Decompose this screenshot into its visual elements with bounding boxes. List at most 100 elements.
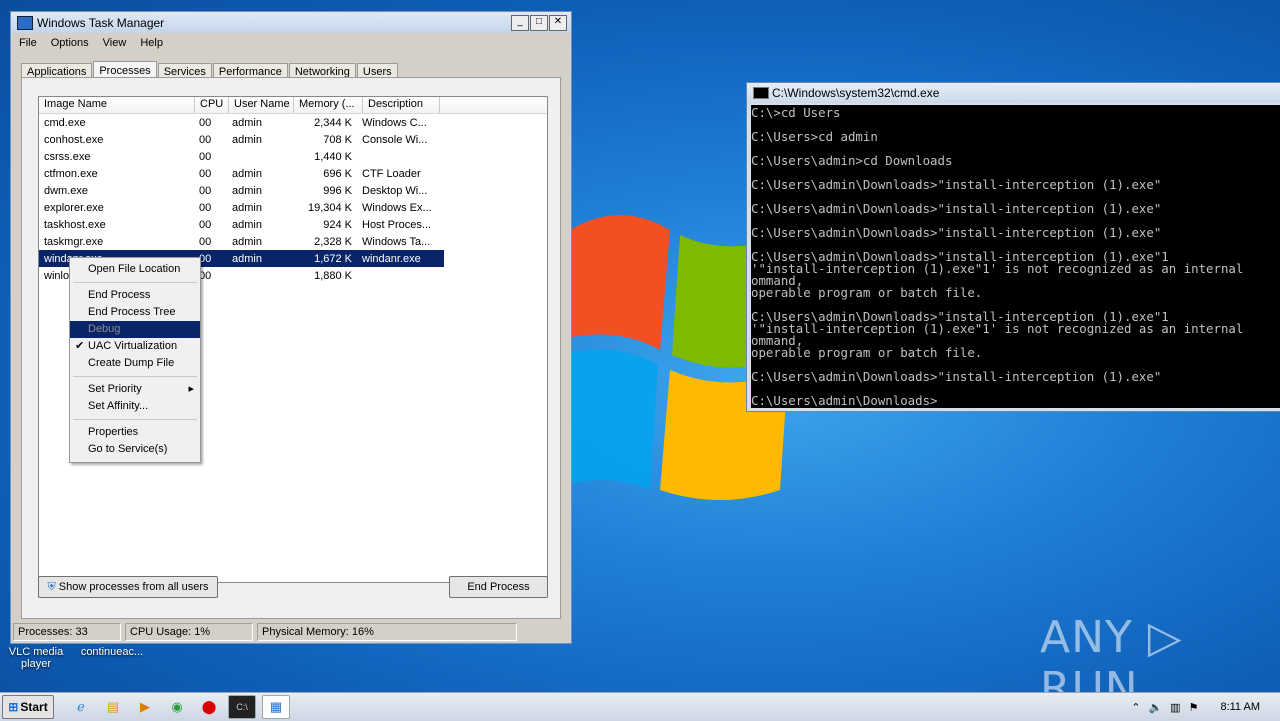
flag-icon[interactable]: ⚑ bbox=[1189, 701, 1199, 714]
menu-file[interactable]: File bbox=[19, 37, 37, 49]
show-all-processes-button[interactable]: ⛨ Show processes from all users bbox=[38, 576, 218, 598]
volume-icon[interactable]: 🔈 bbox=[1148, 701, 1162, 714]
cell-desc: Windows Ta... bbox=[362, 235, 431, 248]
cell-mem: 996 K bbox=[323, 184, 352, 197]
cell-name: cmd.exe bbox=[44, 116, 86, 129]
cell-mem: 19,304 K bbox=[307, 201, 352, 214]
col-cpu[interactable]: CPU bbox=[195, 97, 229, 113]
cell-name: explorer.exe bbox=[44, 201, 104, 214]
table-row[interactable]: explorer.exe 00 admin 19,304 K Windows Ex... bbox=[39, 199, 547, 216]
maximize-button[interactable]: □ bbox=[530, 14, 548, 31]
cell-cpu: 00 bbox=[199, 218, 212, 231]
cell-cpu: 00 bbox=[199, 167, 212, 180]
menu-set-priority[interactable]: Set Priority ▸ bbox=[70, 381, 200, 398]
network-icon[interactable]: ▥ bbox=[1170, 701, 1180, 714]
chrome-icon[interactable]: ◉ bbox=[164, 696, 190, 718]
cell-cpu: 00 bbox=[199, 150, 212, 163]
cell-name: dwm.exe bbox=[44, 184, 89, 197]
table-row[interactable]: taskhost.exe 00 admin 924 K Host Proces... bbox=[39, 216, 547, 233]
menu-create-dump-file[interactable]: Create Dump File bbox=[70, 355, 200, 372]
ie-icon[interactable]: ℯ bbox=[68, 696, 94, 718]
explorer-icon[interactable]: ▤ bbox=[100, 696, 126, 718]
media-icon[interactable]: ▶ bbox=[132, 696, 158, 718]
continue-desktop-icon[interactable]: continueac... bbox=[72, 646, 152, 658]
cell-cpu: 00 bbox=[199, 235, 212, 248]
cell-mem: 1,440 K bbox=[314, 150, 352, 163]
table-row[interactable]: cmd.exe 00 admin 2,344 K Windows C... bbox=[39, 114, 547, 131]
cmd-taskbar-icon[interactable]: C:\ bbox=[228, 695, 256, 719]
col-user-name[interactable]: User Name bbox=[229, 97, 294, 113]
uac-label: UAC Virtualization bbox=[88, 340, 178, 352]
cell-cpu: 00 bbox=[199, 184, 212, 197]
system-tray: ⌃ 🔈 ▥ ⚑ 8:11 AM bbox=[1131, 701, 1260, 714]
cell-desc: CTF Loader bbox=[362, 167, 421, 180]
col-memory[interactable]: Memory (... bbox=[294, 97, 363, 113]
vlc-desktop-icon[interactable]: VLC media player bbox=[6, 646, 66, 670]
menu-end-process[interactable]: End Process bbox=[70, 287, 200, 304]
minimize-button[interactable]: _ bbox=[511, 14, 529, 31]
show-all-label: Show processes from all users bbox=[58, 581, 209, 593]
menu-options[interactable]: Options bbox=[51, 37, 89, 49]
taskmgr-taskbar-icon[interactable]: ▦ bbox=[262, 695, 290, 719]
menu-open-file-location[interactable]: Open File Location bbox=[70, 261, 200, 278]
menu-separator bbox=[73, 282, 197, 283]
status-bar: Processes: 33 CPU Usage: 1% Physical Mem… bbox=[11, 622, 571, 642]
menu-end-process-tree[interactable]: End Process Tree bbox=[70, 304, 200, 321]
menu-uac-virtualization[interactable]: ✔ UAC Virtualization bbox=[70, 338, 200, 355]
submenu-arrow-icon: ▸ bbox=[188, 383, 194, 395]
cell-mem: 1,672 K bbox=[314, 252, 352, 265]
cell-cpu: 00 bbox=[199, 201, 212, 214]
menu-view[interactable]: View bbox=[103, 37, 127, 49]
cell-desc: Host Proces... bbox=[362, 218, 432, 231]
cell-user: admin bbox=[232, 235, 262, 248]
taskmgr-icon bbox=[17, 15, 33, 30]
cmd-title: C:\Windows\system32\cmd.exe bbox=[772, 86, 940, 100]
clock[interactable]: 8:11 AM bbox=[1220, 701, 1260, 713]
table-row[interactable]: taskmgr.exe 00 admin 2,328 K Windows Ta... bbox=[39, 233, 547, 250]
opera-icon[interactable]: ⬤ bbox=[196, 696, 222, 718]
cell-cpu: 00 bbox=[199, 133, 212, 146]
shield-icon: ⛨ bbox=[47, 581, 56, 593]
start-button[interactable]: ⊞ Start bbox=[2, 695, 54, 719]
cmd-window: C:\Windows\system32\cmd.exe C:\>cd Users… bbox=[746, 82, 1280, 412]
status-processes: Processes: 33 bbox=[13, 623, 121, 641]
menu-properties[interactable]: Properties bbox=[70, 424, 200, 441]
cell-mem: 696 K bbox=[323, 167, 352, 180]
cell-name: csrss.exe bbox=[44, 150, 91, 163]
col-description[interactable]: Description bbox=[363, 97, 440, 113]
end-process-button[interactable]: End Process bbox=[449, 576, 548, 598]
list-header: Image Name CPU User Name Memory (... Des… bbox=[39, 97, 547, 114]
close-button[interactable]: ✕ bbox=[549, 14, 567, 31]
cell-mem: 2,344 K bbox=[314, 116, 352, 129]
cell-user: admin bbox=[232, 252, 262, 265]
menu-set-affinity[interactable]: Set Affinity... bbox=[70, 398, 200, 415]
menu-separator bbox=[73, 419, 197, 420]
cell-name: taskhost.exe bbox=[44, 218, 106, 231]
cell-mem: 924 K bbox=[323, 218, 352, 231]
cell-mem: 708 K bbox=[323, 133, 352, 146]
anyrun-watermark: ANY ▷ RUN bbox=[1040, 612, 1183, 692]
cell-name: ctfmon.exe bbox=[44, 167, 98, 180]
col-image-name[interactable]: Image Name bbox=[39, 97, 195, 113]
task-manager-titlebar[interactable]: Windows Task Manager _ □ ✕ bbox=[11, 12, 571, 33]
cmd-icon bbox=[753, 87, 769, 99]
tray-expand-icon[interactable]: ⌃ bbox=[1131, 701, 1140, 714]
cell-user: admin bbox=[232, 201, 262, 214]
cell-user: admin bbox=[232, 116, 262, 129]
cell-user: admin bbox=[232, 184, 262, 197]
cell-name: conhost.exe bbox=[44, 133, 104, 146]
cell-user: admin bbox=[232, 133, 262, 146]
menu-debug[interactable]: Debug bbox=[70, 321, 200, 338]
table-row[interactable]: ctfmon.exe 00 admin 696 K CTF Loader bbox=[39, 165, 547, 182]
table-row[interactable]: csrss.exe 00 1,440 K bbox=[39, 148, 547, 165]
menu-help[interactable]: Help bbox=[140, 37, 163, 49]
status-cpu: CPU Usage: 1% bbox=[125, 623, 253, 641]
cell-name: taskmgr.exe bbox=[44, 235, 104, 248]
cell-desc: Windows Ex... bbox=[362, 201, 432, 214]
cmd-console[interactable]: C:\>cd Users C:\Users>cd admin C:\Users\… bbox=[751, 105, 1280, 408]
cell-desc: windanr.exe bbox=[362, 252, 421, 265]
table-row[interactable]: conhost.exe 00 admin 708 K Console Wi... bbox=[39, 131, 547, 148]
menu-go-to-services[interactable]: Go to Service(s) bbox=[70, 441, 200, 458]
table-row[interactable]: dwm.exe 00 admin 996 K Desktop Wi... bbox=[39, 182, 547, 199]
cmd-titlebar[interactable]: C:\Windows\system32\cmd.exe bbox=[747, 83, 1280, 103]
